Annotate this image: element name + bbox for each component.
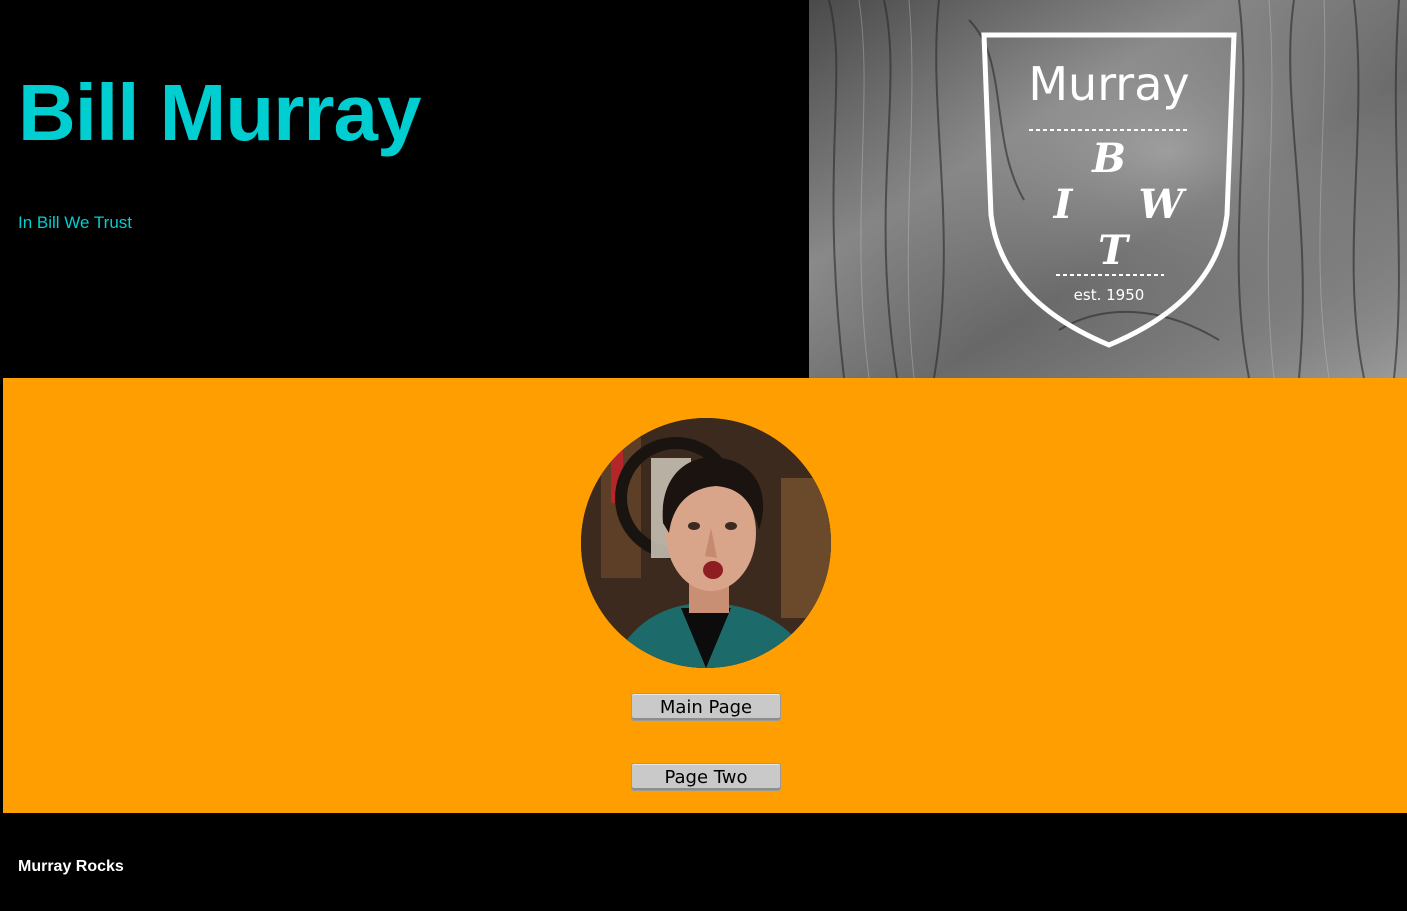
site-title: Bill Murray — [18, 68, 421, 157]
site-tagline: In Bill We Trust — [18, 213, 132, 232]
footer-text: Murray Rocks — [18, 858, 124, 875]
svg-text:I: I — [1053, 181, 1074, 228]
main-section: Main Page Page Two — [3, 378, 1407, 813]
site-header: Bill Murray In Bill We Trust Murray B I … — [0, 0, 1407, 378]
page: Bill Murray In Bill We Trust Murray B I … — [0, 0, 1407, 911]
svg-text:est. 1950: est. 1950 — [1074, 286, 1145, 304]
site-footer: Murray Rocks — [0, 813, 1407, 911]
wood-crest-banner: Murray B I W T est. 1950 — [809, 0, 1407, 378]
svg-text:Murray: Murray — [1028, 57, 1189, 111]
svg-text:B: B — [1091, 135, 1126, 182]
page-two-button[interactable]: Page Two — [631, 763, 781, 791]
main-page-button[interactable]: Main Page — [631, 693, 781, 721]
svg-text:W: W — [1139, 181, 1188, 228]
bill-murray-portrait — [581, 418, 831, 668]
svg-text:T: T — [1098, 227, 1131, 274]
